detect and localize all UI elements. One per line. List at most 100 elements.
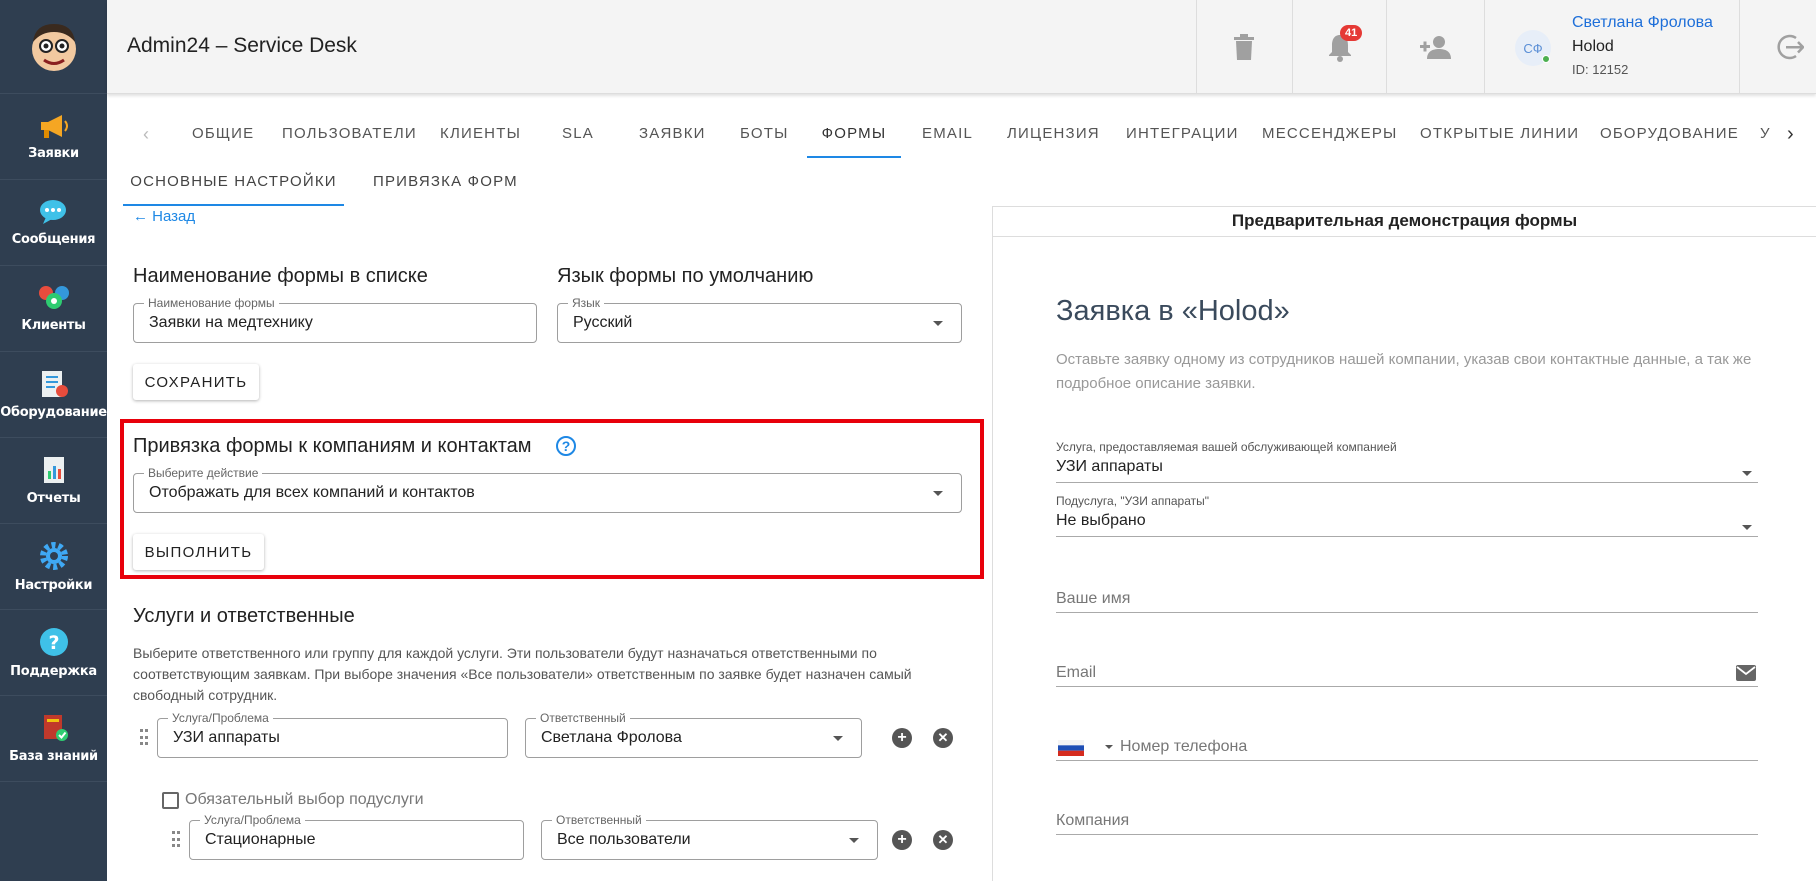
- preview-phone-input[interactable]: Номер телефона: [1056, 731, 1758, 761]
- sidebar-item-label: Клиенты: [21, 318, 86, 333]
- sidebar-item-label: Поддержка: [10, 664, 97, 679]
- tabs-scroll-right-icon[interactable]: ›: [1787, 112, 1794, 158]
- trash-button[interactable]: [1224, 27, 1264, 67]
- required-subservice-label: Обязательный выбор подуслуги: [185, 791, 424, 808]
- sidebar-item-reports[interactable]: Отчеты: [0, 438, 107, 524]
- remove-circle-icon[interactable]: ✕: [933, 830, 953, 850]
- add-circle-icon[interactable]: +: [892, 830, 912, 850]
- tabs-scroll-left-icon[interactable]: ‹: [143, 112, 149, 158]
- notifications-button[interactable]: 41: [1320, 25, 1363, 67]
- add-circle-icon[interactable]: +: [892, 728, 912, 748]
- russia-flag-icon: [1058, 740, 1084, 756]
- form-language-select[interactable]: Язык Русский: [557, 296, 962, 343]
- sidebar-item-settings[interactable]: Настройки: [0, 524, 107, 610]
- preview-name-input[interactable]: Ваше имя: [1056, 583, 1758, 613]
- tab-clients[interactable]: Клиенты: [440, 112, 521, 158]
- binding-action-select[interactable]: Выберите действие Отображать для всех ко…: [133, 466, 962, 513]
- dropdown-arrow-icon: [933, 321, 943, 326]
- services-description: Выберите ответственного или группу для к…: [133, 645, 912, 703]
- help-question-icon: ?: [39, 628, 68, 656]
- tab-forms[interactable]: Формы: [807, 112, 901, 158]
- preview-company-input[interactable]: Компания: [1056, 805, 1758, 835]
- preview-subservice-select[interactable]: Подуслуга, "УЗИ аппараты" Не выбрано: [1056, 494, 1758, 537]
- report-chart-icon: [43, 457, 64, 483]
- country-dropdown-icon[interactable]: [1105, 745, 1113, 749]
- sidebar-item-knowledge-base[interactable]: База знаний: [0, 696, 107, 782]
- responsible-select[interactable]: Ответственный Светлана Фролова: [525, 711, 862, 758]
- tab-open-lines[interactable]: Открытые линии: [1420, 112, 1579, 158]
- subtab-form-binding[interactable]: ПРИВЯЗКА ФОРМ: [373, 160, 518, 206]
- tab-messengers[interactable]: Мессенджеры: [1262, 112, 1398, 158]
- subservice-input[interactable]: Услуга/Проблема Стационарные: [189, 813, 524, 860]
- sidebar-item-label: Отчеты: [26, 491, 81, 506]
- drag-handle-icon[interactable]: [140, 729, 150, 747]
- dropdown-arrow-icon: [1742, 525, 1752, 530]
- trash-icon: [1234, 34, 1254, 60]
- sidebar: Заявки Сообщения Клиенты Оборудование От…: [0, 0, 107, 881]
- preview-email-input[interactable]: Email: [1056, 657, 1758, 687]
- user-id: ID: 12152: [1572, 62, 1629, 77]
- services-title: Услуги и ответственные: [133, 605, 355, 627]
- notification-badge: 41: [1340, 25, 1363, 41]
- preview-header: Предварительная демонстрация формы: [993, 207, 1816, 237]
- logout-button[interactable]: [1769, 27, 1809, 67]
- sidebar-item-equipment[interactable]: Оборудование: [0, 352, 107, 438]
- chat-bubble-icon: [39, 200, 66, 224]
- help-icon[interactable]: ?: [556, 436, 576, 456]
- app-title: Admin24 – Service Desk: [127, 34, 357, 57]
- remove-circle-icon[interactable]: ✕: [933, 728, 953, 748]
- tab-general[interactable]: Общие: [192, 112, 254, 158]
- subservice-responsible-select[interactable]: Ответственный Все пользователи: [541, 813, 878, 860]
- sidebar-item-requests[interactable]: Заявки: [0, 94, 107, 180]
- sidebar-item-support[interactable]: ? Поддержка: [0, 610, 107, 696]
- form-language-title: Язык формы по умолчанию: [557, 265, 814, 287]
- top-bar: Admin24 – Service Desk 41 СФ Светлана Фр…: [107, 0, 1816, 94]
- form-name-title: Наименование формы в списке: [133, 265, 428, 287]
- save-button[interactable]: СОХРАНИТЬ: [133, 364, 259, 400]
- back-link[interactable]: ← Назад: [133, 208, 195, 225]
- tab-bots[interactable]: Боты: [740, 112, 789, 158]
- form-name-input[interactable]: Наименование формы Заявки на медтехнику: [133, 296, 537, 343]
- knowledge-book-icon: [43, 715, 68, 741]
- settings-tabs: ‹ Общие Пользователи Клиенты SLA Заявки …: [107, 112, 1816, 158]
- sidebar-item-clients[interactable]: Клиенты: [0, 266, 107, 352]
- sidebar-item-messages[interactable]: Сообщения: [0, 180, 107, 266]
- subtab-main-settings[interactable]: ОСНОВНЫЕ НАСТРОЙКИ: [123, 160, 344, 206]
- tab-users[interactable]: Пользователи: [282, 112, 417, 158]
- dropdown-arrow-icon: [833, 736, 843, 741]
- tab-truncated[interactable]: У: [1760, 112, 1771, 158]
- user-name[interactable]: Светлана Фролова: [1572, 14, 1713, 32]
- add-user-icon: [1420, 36, 1451, 59]
- tab-requests[interactable]: Заявки: [639, 112, 706, 158]
- service-input[interactable]: Услуга/Проблема УЗИ аппараты: [157, 711, 508, 758]
- add-user-button[interactable]: [1416, 27, 1456, 67]
- megaphone-icon: [40, 115, 68, 138]
- logout-icon: [1777, 34, 1804, 60]
- sidebar-item-label: Настройки: [14, 578, 93, 593]
- required-subservice-checkbox[interactable]: [162, 792, 179, 809]
- tab-integrations[interactable]: Интеграции: [1126, 112, 1239, 158]
- equipment-checklist-icon: [41, 371, 68, 397]
- tab-equipment[interactable]: Оборудование: [1600, 112, 1739, 158]
- user-company: Holod: [1572, 38, 1614, 55]
- form-preview-panel: Предварительная демонстрация формы Заявк…: [992, 206, 1816, 881]
- preview-service-select[interactable]: Услуга, предоставляемая вашей обслуживаю…: [1056, 440, 1758, 483]
- sidebar-item-label: Заявки: [28, 146, 79, 161]
- binding-title: Привязка формы к компаниям и контактам: [133, 435, 532, 457]
- tab-email[interactable]: Email: [922, 112, 973, 158]
- preview-form-description: Оставьте заявку одному из сотрудников на…: [1056, 351, 1752, 392]
- drag-handle-icon[interactable]: [172, 831, 182, 849]
- dropdown-arrow-icon: [1742, 471, 1752, 476]
- avatar-logo-icon: [31, 23, 76, 71]
- app-logo[interactable]: [0, 0, 107, 94]
- tab-license[interactable]: Лицензия: [1007, 112, 1100, 158]
- user-avatar[interactable]: СФ: [1515, 30, 1551, 66]
- svg-text:?: ?: [48, 632, 59, 654]
- online-status-dot: [1542, 55, 1550, 63]
- gear-icon: [39, 542, 68, 570]
- execute-button[interactable]: ВЫПОЛНИТЬ: [133, 534, 264, 570]
- dropdown-arrow-icon: [849, 838, 859, 843]
- tab-sla[interactable]: SLA: [562, 112, 594, 158]
- preview-form-title: Заявка в «Holod»: [1056, 295, 1290, 327]
- sidebar-item-label: База знаний: [9, 749, 98, 764]
